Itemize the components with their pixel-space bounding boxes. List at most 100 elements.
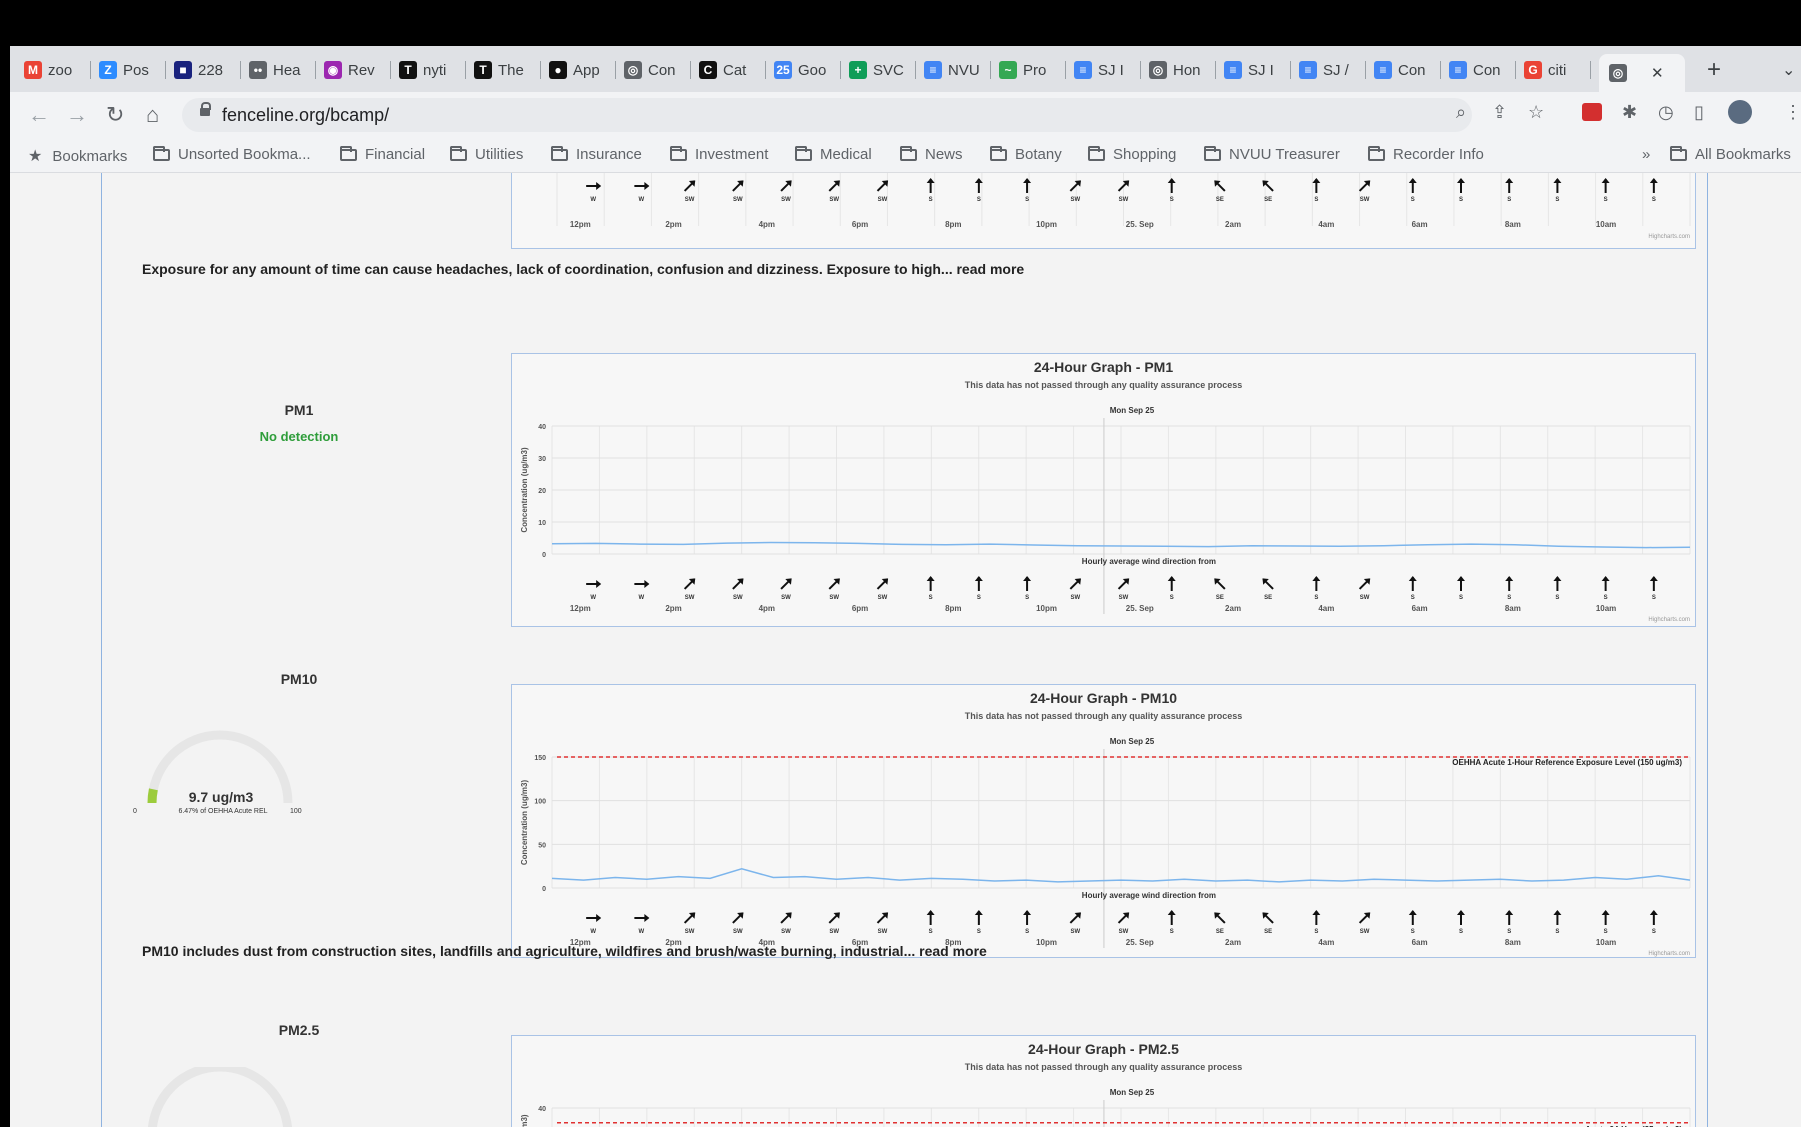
y-tick-label: 20 <box>538 488 546 495</box>
tab-separator <box>540 61 541 79</box>
tab-favicon-icon: ≡ <box>1074 61 1092 79</box>
y-tick-label: 10 <box>538 520 546 527</box>
bookmark-folder[interactable]: Botany <box>990 145 1062 163</box>
browser-tab[interactable]: Tnyti <box>399 54 466 86</box>
home-icon[interactable]: ⌂ <box>146 102 159 128</box>
wind-label: SW <box>1360 929 1370 935</box>
bookmark-folder[interactable]: NVUU Treasurer <box>1204 145 1340 163</box>
menu-icon[interactable]: ⋮ <box>1784 102 1801 123</box>
browser-tab[interactable]: ◉ Rev <box>324 54 391 86</box>
wind-arrow-icon <box>683 578 696 590</box>
bookmark-folder[interactable]: Unsorted Bookma... <box>153 145 311 163</box>
pm10-gauge-sub: 6.47% of OEHHA Acute REL <box>178 808 268 815</box>
history-icon[interactable]: ◷ <box>1658 102 1674 123</box>
wind-label: SW <box>781 197 791 203</box>
wind-label: SW <box>878 929 888 935</box>
extension-red-icon[interactable] <box>1582 103 1602 121</box>
tab-label: The <box>498 61 524 79</box>
browser-tab[interactable]: + SVC <box>849 54 916 86</box>
wind-label: SW <box>781 929 791 935</box>
browser-tab[interactable]: ≡ SJ I <box>1224 54 1291 86</box>
tab-label: Hon <box>1173 61 1201 79</box>
new-tab-icon[interactable]: + <box>1707 56 1721 84</box>
more-bookmarks-button[interactable]: » <box>1642 146 1650 163</box>
bookmark-label: Recorder Info <box>1393 146 1484 163</box>
chart-pm1-svg: 0 10 20 30 40 Concentration (ug/m3) Mon Sep 25… <box>520 406 1691 623</box>
bookmark-folder[interactable]: Utilities <box>450 145 523 163</box>
wind-arrow-icon <box>1214 180 1226 192</box>
close-tab-icon[interactable]: ✕ <box>1651 64 1664 82</box>
reload-icon[interactable]: ↻ <box>106 102 124 128</box>
y-tick-label: 100 <box>534 799 546 806</box>
browser-tab[interactable]: T The <box>474 54 541 86</box>
wind-arrow-icon <box>1456 910 1465 925</box>
back-icon[interactable]: ← <box>28 102 50 128</box>
tab-label: Con <box>1398 61 1426 79</box>
tab-separator <box>615 61 616 79</box>
zoom-icon[interactable]: ⌕ <box>1456 102 1466 123</box>
bookmark-folder[interactable]: News <box>900 145 963 163</box>
active-tab[interactable]: ◎ ✕ <box>1599 54 1685 92</box>
wind-arrow-icon <box>926 910 935 925</box>
browser-tab[interactable]: ≡ Con <box>1374 54 1441 86</box>
browser-tab[interactable]: •• Hea <box>249 54 316 86</box>
tab-label: SJ / <box>1323 61 1349 79</box>
exposure-note[interactable]: Exposure for any amount of time can caus… <box>142 261 1024 277</box>
pm1-label: PM1 <box>284 402 314 418</box>
browser-tab[interactable]: ≡ SJ I <box>1074 54 1141 86</box>
bookmark-folder[interactable]: Recorder Info <box>1368 145 1484 163</box>
wind-arrow-icon <box>1649 178 1658 193</box>
browser-tab[interactable]: 25 Goo <box>774 54 841 86</box>
browser-tab[interactable]: ≡ Con <box>1449 54 1516 86</box>
all-bookmarks-button[interactable]: All Bookmarks <box>1670 145 1791 163</box>
wind-arrow-icon <box>1601 178 1610 193</box>
wind-arrow-icon <box>1408 576 1417 591</box>
x-tick-label: 4am <box>1318 938 1334 947</box>
browser-tab[interactable]: ■ 228 <box>174 54 241 86</box>
bookmarks-star-item[interactable]: ★ Bookmarks <box>28 146 127 166</box>
browser-tab[interactable]: C Cat <box>699 54 766 86</box>
star-icon: ★ <box>28 148 43 165</box>
tab-search-chevron-icon[interactable]: ⌄ <box>1782 60 1795 80</box>
wind-arrow-icon <box>1553 910 1562 925</box>
browser-tab[interactable]: ~ Pro <box>999 54 1066 86</box>
wind-arrow-icon <box>1117 912 1130 924</box>
bookmark-folder[interactable]: Insurance <box>551 145 642 163</box>
bookmark-folder[interactable]: Medical <box>795 145 872 163</box>
extensions-icon[interactable]: ✱ <box>1622 102 1637 123</box>
wind-label: SW <box>1070 197 1080 203</box>
browser-tab[interactable]: ≡ SJ / <box>1299 54 1366 86</box>
bookmark-label: Shopping <box>1113 146 1177 163</box>
pm10-label: PM10 <box>280 671 318 687</box>
bookmark-folder[interactable]: Shopping <box>1088 145 1177 163</box>
sidepanel-icon[interactable]: ▯ <box>1694 102 1704 123</box>
browser-tab[interactable]: Z Pos <box>99 54 166 86</box>
browser-tab[interactable]: ◎ Con <box>624 54 691 86</box>
browser-tab[interactable]: ◎ Hon <box>1149 54 1216 86</box>
bookmark-label: Unsorted Bookma... <box>178 146 311 163</box>
browser-tab[interactable]: ● App <box>549 54 616 86</box>
share-icon[interactable]: ⇪ <box>1492 102 1507 123</box>
wind-label: S <box>1025 929 1029 935</box>
profile-avatar[interactable] <box>1728 100 1752 124</box>
tab-favicon-icon: T <box>399 61 417 79</box>
browser-tab[interactable]: Gciti <box>1524 54 1591 86</box>
folder-icon <box>1368 145 1385 161</box>
y-tick-label: 40 <box>538 424 546 431</box>
all-bookmarks-label: All Bookmarks <box>1695 146 1791 163</box>
url-text[interactable]: fenceline.org/bcamp/ <box>222 105 389 126</box>
tab-label: Cat <box>723 61 747 79</box>
wind-label: S <box>1025 197 1029 203</box>
wind-arrow-icon <box>634 914 650 922</box>
star-icon[interactable]: ☆ <box>1528 102 1544 123</box>
os-top-bar <box>0 0 1801 46</box>
wind-arrow-icon <box>634 182 650 190</box>
bookmark-folder[interactable]: Investment <box>670 145 768 163</box>
browser-tab[interactable]: ≡ NVU <box>924 54 991 86</box>
browser-tab[interactable]: Mzoo <box>24 54 91 86</box>
pm10-note[interactable]: PM10 includes dust from construction sit… <box>142 943 987 959</box>
bookmark-folder[interactable]: Financial <box>340 145 425 163</box>
forward-icon[interactable]: → <box>66 102 88 128</box>
omnibox[interactable]: fenceline.org/bcamp/ <box>182 98 1472 132</box>
wind-label: S <box>1411 595 1415 601</box>
